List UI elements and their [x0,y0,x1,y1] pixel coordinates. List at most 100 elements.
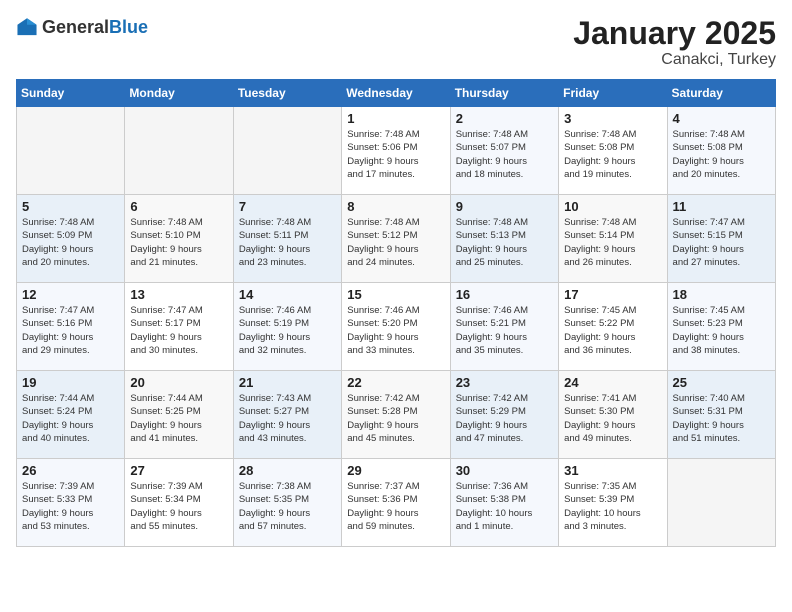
calendar-cell: 7Sunrise: 7:48 AM Sunset: 5:11 PM Daylig… [233,195,341,283]
day-number: 14 [239,287,336,302]
calendar-cell: 9Sunrise: 7:48 AM Sunset: 5:13 PM Daylig… [450,195,558,283]
day-number: 29 [347,463,444,478]
day-number: 26 [22,463,119,478]
day-info: Sunrise: 7:39 AM Sunset: 5:33 PM Dayligh… [22,480,119,533]
day-number: 19 [22,375,119,390]
day-info: Sunrise: 7:44 AM Sunset: 5:25 PM Dayligh… [130,392,227,445]
calendar-cell: 14 Sunrise: 7:46 AM Sunset: 5:19 PM Dayli… [233,283,341,371]
calendar-cell: 20 Sunrise: 7:44 AM Sunset: 5:25 PM Dayli… [125,371,233,459]
day-number: 11 [673,199,770,214]
day-number: 13 [130,287,227,302]
calendar-cell: 10 Sunrise: 7:48 AM Sunset: 5:14 PM Dayli… [559,195,667,283]
calendar-cell: 12 Sunrise: 7:47 AM Sunset: 5:16 PM Dayli… [17,283,125,371]
day-info: Sunrise: 7:41 AM Sunset: 5:30 PM Dayligh… [564,392,661,445]
day-number: 21 [239,375,336,390]
calendar-cell: 22 Sunrise: 7:42 AM Sunset: 5:28 PM Dayli… [342,371,450,459]
day-info: Sunrise: 7:48 AM Sunset: 5:08 PM Dayligh… [564,128,661,181]
day-info: Sunrise: 7:47 AM Sunset: 5:15 PM Dayligh… [673,216,770,269]
calendar-cell: 15 Sunrise: 7:46 AM Sunset: 5:20 PM Dayli… [342,283,450,371]
day-number: 17 [564,287,661,302]
day-number: 5 [22,199,119,214]
day-number: 24 [564,375,661,390]
calendar-cell: 27Sunrise: 7:39 AM Sunset: 5:34 PM Dayli… [125,459,233,547]
weekday-header: Saturday [667,80,775,107]
calendar-week-row: 12 Sunrise: 7:47 AM Sunset: 5:16 PM Dayli… [17,283,776,371]
day-number: 1 [347,111,444,126]
calendar-cell: 16 Sunrise: 7:46 AM Sunset: 5:21 PM Dayli… [450,283,558,371]
logo-general-text: General [42,18,109,36]
day-number: 22 [347,375,444,390]
calendar-cell: 13 Sunrise: 7:47 AM Sunset: 5:17 PM Dayli… [125,283,233,371]
day-number: 16 [456,287,553,302]
calendar-cell: 26 Sunrise: 7:39 AM Sunset: 5:33 PM Dayli… [17,459,125,547]
day-number: 3 [564,111,661,126]
calendar-cell: 1 Sunrise: 7:48 AM Sunset: 5:06 PM Daylig… [342,107,450,195]
calendar-cell: 18 Sunrise: 7:45 AM Sunset: 5:23 PM Dayli… [667,283,775,371]
day-info: Sunrise: 7:46 AM Sunset: 5:21 PM Dayligh… [456,304,553,357]
calendar-cell [667,459,775,547]
calendar-cell: 29 Sunrise: 7:37 AM Sunset: 5:36 PM Dayli… [342,459,450,547]
day-number: 25 [673,375,770,390]
logo: General Blue [16,16,148,38]
day-info: Sunrise: 7:47 AM Sunset: 5:17 PM Dayligh… [130,304,227,357]
day-info: Sunrise: 7:48 AM Sunset: 5:12 PM Dayligh… [347,216,444,269]
weekday-header: Tuesday [233,80,341,107]
calendar-cell: 3 Sunrise: 7:48 AM Sunset: 5:08 PM Daylig… [559,107,667,195]
day-info: Sunrise: 7:35 AM Sunset: 5:39 PM Dayligh… [564,480,661,533]
calendar-cell: 21 Sunrise: 7:43 AM Sunset: 5:27 PM Dayli… [233,371,341,459]
day-info: Sunrise: 7:48 AM Sunset: 5:10 PM Dayligh… [130,216,227,269]
day-info: Sunrise: 7:45 AM Sunset: 5:23 PM Dayligh… [673,304,770,357]
logo-icon [16,16,38,38]
weekday-header: Monday [125,80,233,107]
weekday-header: Friday [559,80,667,107]
day-number: 28 [239,463,336,478]
day-number: 18 [673,287,770,302]
calendar-cell: 19 Sunrise: 7:44 AM Sunset: 5:24 PM Dayli… [17,371,125,459]
day-number: 31 [564,463,661,478]
calendar-week-row: 26 Sunrise: 7:39 AM Sunset: 5:33 PM Dayli… [17,459,776,547]
page-header: General Blue January 2025 Canakci, Turke… [16,16,776,69]
day-info: Sunrise: 7:45 AM Sunset: 5:22 PM Dayligh… [564,304,661,357]
calendar-cell: 25 Sunrise: 7:40 AM Sunset: 5:31 PM Dayli… [667,371,775,459]
calendar-cell: 17 Sunrise: 7:45 AM Sunset: 5:22 PM Dayli… [559,283,667,371]
day-number: 15 [347,287,444,302]
day-info: Sunrise: 7:44 AM Sunset: 5:24 PM Dayligh… [22,392,119,445]
day-info: Sunrise: 7:40 AM Sunset: 5:31 PM Dayligh… [673,392,770,445]
title-area: January 2025 Canakci, Turkey [573,16,776,69]
day-info: Sunrise: 7:39 AM Sunset: 5:34 PM Dayligh… [130,480,227,533]
calendar-cell: 6Sunrise: 7:48 AM Sunset: 5:10 PM Daylig… [125,195,233,283]
day-number: 20 [130,375,227,390]
day-info: Sunrise: 7:48 AM Sunset: 5:08 PM Dayligh… [673,128,770,181]
day-info: Sunrise: 7:48 AM Sunset: 5:11 PM Dayligh… [239,216,336,269]
calendar-cell [233,107,341,195]
day-info: Sunrise: 7:48 AM Sunset: 5:09 PM Dayligh… [22,216,119,269]
day-info: Sunrise: 7:46 AM Sunset: 5:19 PM Dayligh… [239,304,336,357]
weekday-header: Wednesday [342,80,450,107]
calendar-cell: 31 Sunrise: 7:35 AM Sunset: 5:39 PM Dayli… [559,459,667,547]
day-info: Sunrise: 7:37 AM Sunset: 5:36 PM Dayligh… [347,480,444,533]
calendar-cell: 8 Sunrise: 7:48 AM Sunset: 5:12 PM Daylig… [342,195,450,283]
day-info: Sunrise: 7:43 AM Sunset: 5:27 PM Dayligh… [239,392,336,445]
month-title: January 2025 [573,16,776,51]
calendar-week-row: 19 Sunrise: 7:44 AM Sunset: 5:24 PM Dayli… [17,371,776,459]
day-number: 12 [22,287,119,302]
calendar-table: SundayMondayTuesdayWednesdayThursdayFrid… [16,79,776,547]
calendar-week-row: 1 Sunrise: 7:48 AM Sunset: 5:06 PM Daylig… [17,107,776,195]
day-number: 30 [456,463,553,478]
day-info: Sunrise: 7:48 AM Sunset: 5:06 PM Dayligh… [347,128,444,181]
day-info: Sunrise: 7:46 AM Sunset: 5:20 PM Dayligh… [347,304,444,357]
day-info: Sunrise: 7:48 AM Sunset: 5:14 PM Dayligh… [564,216,661,269]
header-row: SundayMondayTuesdayWednesdayThursdayFrid… [17,80,776,107]
calendar-cell: 28 Sunrise: 7:38 AM Sunset: 5:35 PM Dayli… [233,459,341,547]
calendar-cell: 2Sunrise: 7:48 AM Sunset: 5:07 PM Daylig… [450,107,558,195]
day-info: Sunrise: 7:42 AM Sunset: 5:28 PM Dayligh… [347,392,444,445]
day-number: 8 [347,199,444,214]
day-info: Sunrise: 7:38 AM Sunset: 5:35 PM Dayligh… [239,480,336,533]
calendar-cell [17,107,125,195]
weekday-header: Sunday [17,80,125,107]
day-info: Sunrise: 7:36 AM Sunset: 5:38 PM Dayligh… [456,480,553,533]
calendar-cell: 23Sunrise: 7:42 AM Sunset: 5:29 PM Dayli… [450,371,558,459]
day-number: 10 [564,199,661,214]
calendar-cell: 4Sunrise: 7:48 AM Sunset: 5:08 PM Daylig… [667,107,775,195]
day-info: Sunrise: 7:47 AM Sunset: 5:16 PM Dayligh… [22,304,119,357]
